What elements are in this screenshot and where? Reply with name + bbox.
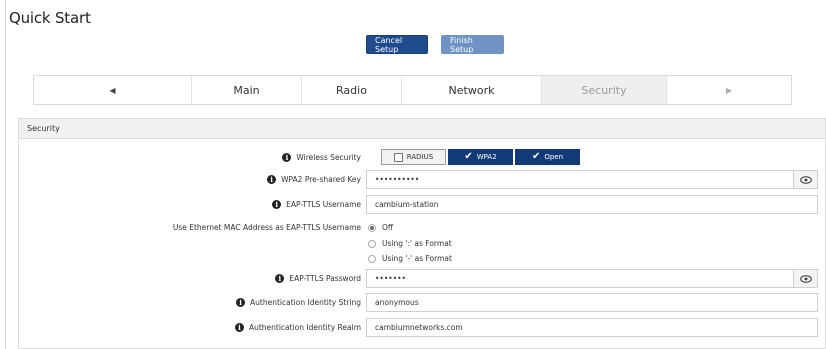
auth-identity-string-input[interactable]: anonymous bbox=[366, 293, 818, 312]
eye-icon[interactable] bbox=[794, 269, 818, 288]
info-icon: i bbox=[236, 298, 246, 307]
info-icon: i bbox=[282, 153, 292, 162]
radio-icon bbox=[368, 254, 376, 263]
check-icon: ✔ bbox=[531, 151, 541, 162]
radio-off[interactable]: Off bbox=[368, 223, 393, 232]
security-option-radius-label: RADIUS bbox=[406, 153, 434, 161]
radio-off-label: Off bbox=[382, 223, 394, 232]
security-option-wpa2-label: WPA2 bbox=[476, 153, 497, 161]
tab-bar: ◀ Main Radio Network Security ▶ bbox=[33, 75, 792, 105]
info-icon: i bbox=[267, 175, 277, 184]
check-icon: ✔ bbox=[464, 151, 473, 162]
checkbox-icon bbox=[393, 152, 403, 162]
info-icon: i bbox=[275, 274, 285, 283]
radio-dash-label: Using '-' as Format bbox=[382, 254, 452, 263]
wireless-security-label: Wireless Security bbox=[296, 153, 361, 162]
wireless-security-selector: RADIUS ✔ WPA2 ✔ Open bbox=[381, 149, 580, 165]
security-option-radius[interactable]: RADIUS bbox=[381, 149, 446, 165]
panel-title: Security bbox=[19, 119, 825, 139]
security-option-wpa2[interactable]: ✔ WPA2 bbox=[448, 149, 513, 165]
eap-password-input[interactable]: ••••••• bbox=[366, 269, 794, 288]
radio-colon-label: Using ':' as Format bbox=[382, 239, 452, 248]
wpa2-key-label: WPA2 Pre-shared Key bbox=[281, 175, 361, 184]
eye-icon[interactable] bbox=[794, 170, 818, 189]
eap-username-label: EAP-TTLS Username bbox=[286, 200, 361, 209]
mac-username-label: Use Ethernet MAC Address as EAP-TTLS Use… bbox=[172, 223, 361, 232]
auth-identity-string-label: Authentication Identity String bbox=[250, 298, 361, 307]
tab-radio[interactable]: Radio bbox=[302, 76, 402, 104]
tab-next-arrow[interactable]: ▶ bbox=[667, 76, 791, 104]
eap-username-input[interactable]: cambium-station bbox=[366, 195, 818, 214]
info-icon: i bbox=[272, 200, 282, 209]
eap-password-label: EAP-TTLS Password bbox=[289, 274, 361, 283]
info-icon: i bbox=[234, 323, 244, 332]
security-panel: Security i Wireless Security RADIUS ✔ WP… bbox=[18, 118, 826, 349]
cancel-setup-button[interactable]: Cancel Setup bbox=[366, 35, 428, 54]
tab-network[interactable]: Network bbox=[402, 76, 542, 104]
tab-prev-arrow[interactable]: ◀ bbox=[34, 76, 192, 104]
security-option-open-label: Open bbox=[544, 153, 564, 161]
page-title: Quick Start bbox=[9, 9, 91, 27]
radio-icon bbox=[368, 239, 376, 248]
window-frame-left bbox=[0, 0, 6, 349]
radio-colon-format[interactable]: Using ':' as Format bbox=[368, 239, 452, 248]
radio-dash-format[interactable]: Using '-' as Format bbox=[368, 254, 452, 263]
wpa2-key-input[interactable]: •••••••••• bbox=[366, 170, 794, 189]
radio-icon bbox=[368, 223, 376, 232]
finish-setup-button[interactable]: Finish Setup bbox=[441, 35, 504, 54]
auth-identity-realm-input[interactable]: cambiumnetworks.com bbox=[366, 318, 818, 337]
tab-main[interactable]: Main bbox=[192, 76, 302, 104]
tab-security[interactable]: Security bbox=[542, 76, 667, 104]
auth-identity-realm-label: Authentication Identity Realm bbox=[248, 323, 361, 332]
security-option-open[interactable]: ✔ Open bbox=[515, 149, 580, 165]
